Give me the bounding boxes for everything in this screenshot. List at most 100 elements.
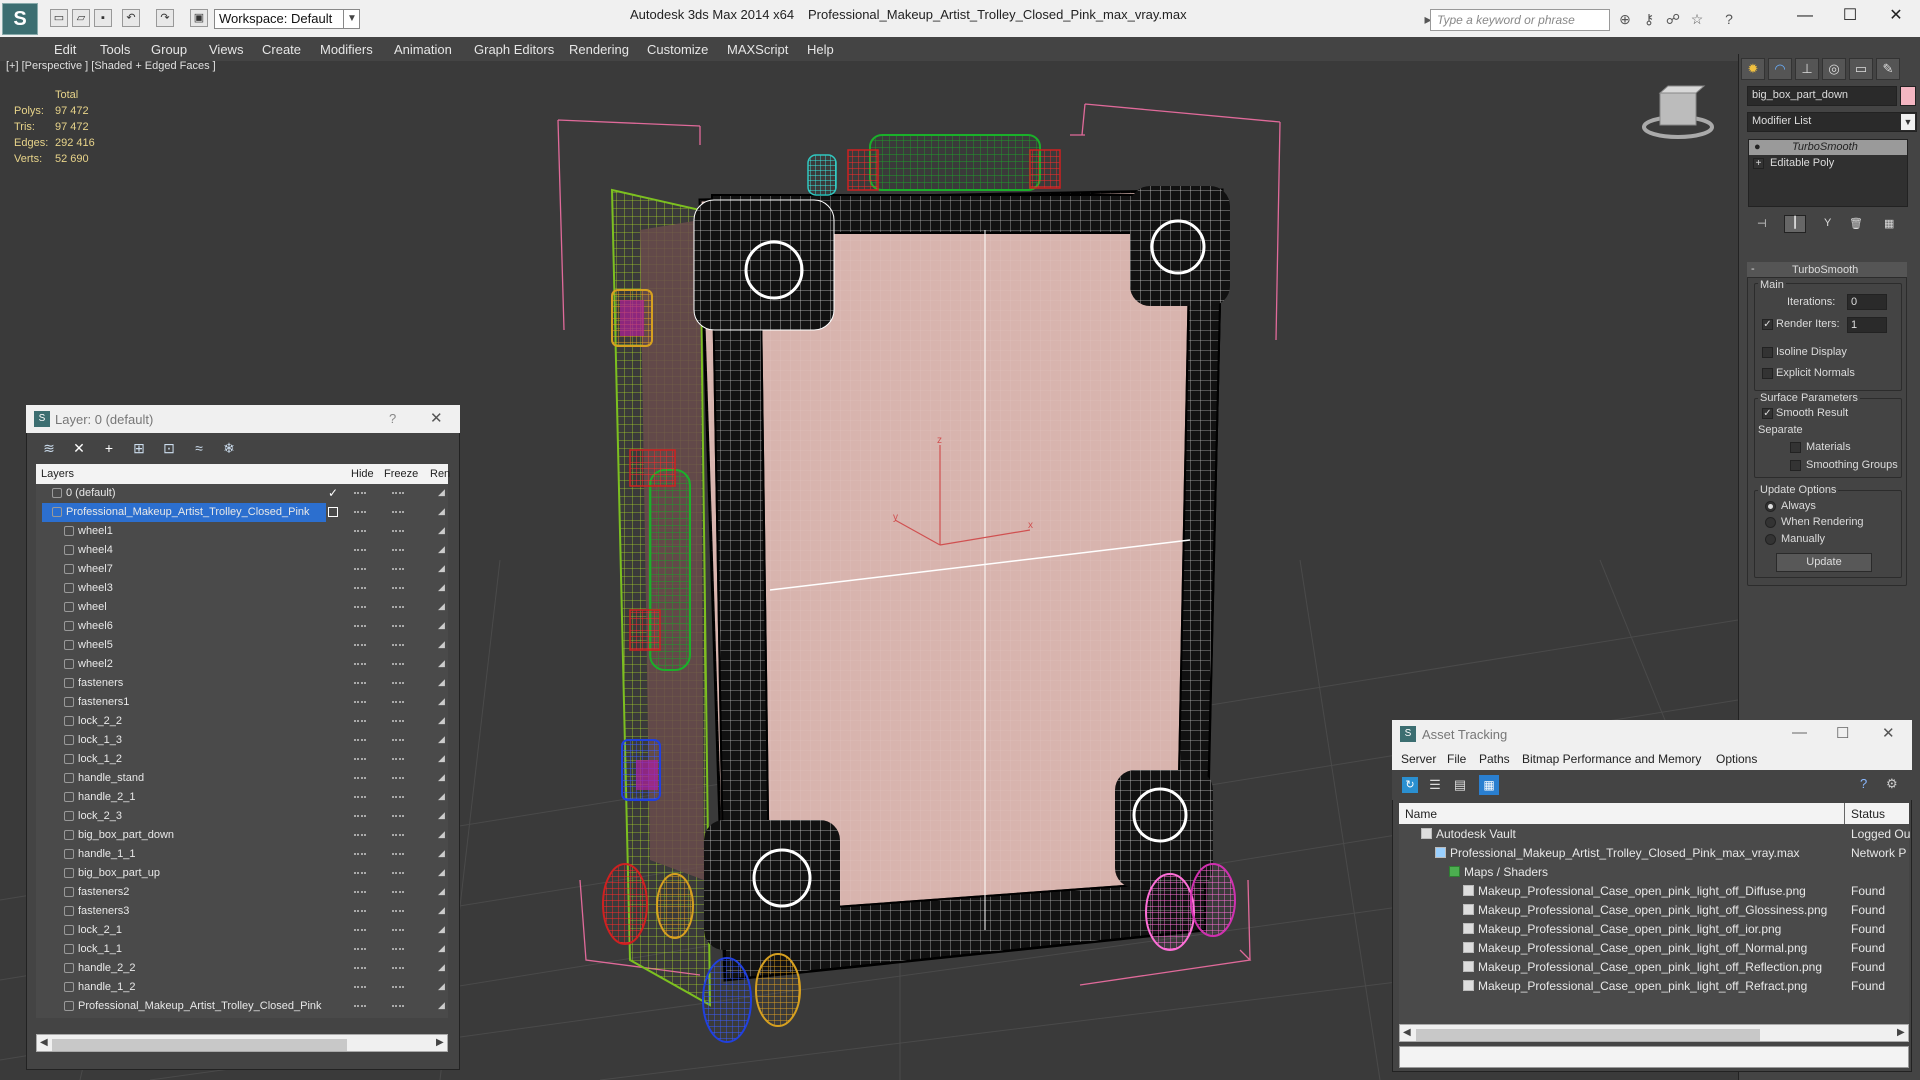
layer-row[interactable]: wheel ◢ — [36, 598, 448, 617]
render-toggle-icon[interactable]: ◢ — [438, 924, 445, 935]
menu-animation[interactable]: Animation — [394, 42, 452, 57]
object-name-field[interactable]: big_box_part_down — [1747, 86, 1897, 106]
render-toggle-icon[interactable]: ◢ — [438, 715, 445, 726]
scroll-thumb[interactable] — [1416, 1029, 1760, 1041]
menu-edit[interactable]: Edit — [54, 42, 76, 57]
help-icon[interactable]: ? — [1720, 10, 1738, 28]
freeze-toggle[interactable] — [392, 644, 404, 646]
scroll-left-icon[interactable]: ◀ — [1403, 1027, 1411, 1038]
hide-toggle[interactable] — [354, 834, 366, 836]
hide-toggle[interactable] — [354, 1005, 366, 1007]
column-name[interactable]: Name — [1405, 807, 1437, 821]
render-toggle-icon[interactable]: ◢ — [438, 696, 445, 707]
hide-toggle[interactable] — [354, 910, 366, 912]
make-unique-icon[interactable]: Y — [1824, 217, 1831, 229]
menu-modifiers[interactable]: Modifiers — [320, 42, 373, 57]
scroll-left-icon[interactable]: ◀ — [40, 1037, 48, 1048]
menu-views[interactable]: Views — [209, 42, 243, 57]
layer-row[interactable]: wheel2 ◢ — [36, 655, 448, 674]
scroll-right-icon[interactable]: ▶ — [1897, 1027, 1905, 1038]
hide-toggle[interactable] — [354, 948, 366, 950]
freeze-toggle[interactable] — [392, 606, 404, 608]
layer-row[interactable]: wheel7 ◢ — [36, 560, 448, 579]
chevron-down-icon[interactable]: ▼ — [343, 9, 360, 29]
table-view-icon[interactable]: ▦ — [1479, 775, 1499, 795]
render-toggle-icon[interactable]: ◢ — [438, 544, 445, 555]
maximize-button[interactable]: ☐ — [1836, 724, 1849, 742]
render-toggle-icon[interactable]: ◢ — [438, 867, 445, 878]
freeze-toggle[interactable] — [392, 758, 404, 760]
viewcube[interactable] — [1642, 85, 1714, 139]
hide-toggle[interactable] — [354, 644, 366, 646]
asset-menu-bitmap-performance[interactable]: Bitmap Performance and Memory — [1522, 752, 1701, 766]
modifier-list-dropdown[interactable]: Modifier List — [1747, 112, 1917, 132]
freeze-toggle[interactable] — [392, 568, 404, 570]
active-layer-check-icon[interactable]: ✓ — [328, 486, 338, 500]
freeze-toggle[interactable] — [392, 967, 404, 969]
render-toggle-icon[interactable]: ◢ — [438, 620, 445, 631]
freeze-toggle[interactable] — [392, 682, 404, 684]
hide-toggle[interactable] — [354, 511, 366, 513]
freeze-toggle[interactable] — [392, 777, 404, 779]
maximize-button[interactable]: ☐ — [1830, 4, 1870, 30]
motion-tab-icon[interactable]: ◎ — [1822, 58, 1846, 80]
stack-item-editable-poly[interactable]: Editable Poly — [1770, 157, 1834, 169]
isoline-display-checkbox[interactable] — [1762, 347, 1773, 358]
hide-toggle[interactable] — [354, 853, 366, 855]
open-file-icon[interactable]: ▱ — [72, 9, 90, 27]
hide-toggle[interactable] — [354, 606, 366, 608]
freeze-toggle[interactable] — [392, 1005, 404, 1007]
asset-menu-file[interactable]: File — [1447, 752, 1466, 766]
pin-stack-icon[interactable]: ⊣ — [1757, 217, 1767, 230]
menu-help[interactable]: Help — [807, 42, 834, 57]
column-freeze[interactable]: Freeze — [384, 468, 418, 480]
layer-row[interactable]: 0 (default) ✓ ◢ — [36, 484, 448, 503]
viewport-label[interactable]: [+] [Perspective ] [Shaded + Edged Faces… — [6, 60, 216, 72]
hide-toggle[interactable] — [354, 625, 366, 627]
render-toggle-icon[interactable]: ◢ — [438, 962, 445, 973]
layer-row[interactable]: lock_2_1 ◢ — [36, 921, 448, 940]
iterations-spinner[interactable]: 0 — [1847, 294, 1887, 310]
menu-graph-editors[interactable]: Graph Editors — [474, 42, 554, 57]
hide-toggle[interactable] — [354, 568, 366, 570]
freeze-toggle[interactable] — [392, 701, 404, 703]
freeze-toggle[interactable] — [392, 739, 404, 741]
freeze-toggle[interactable] — [392, 910, 404, 912]
render-toggle-icon[interactable]: ◢ — [438, 601, 445, 612]
hide-toggle[interactable] — [354, 967, 366, 969]
workspace-dropdown[interactable]: Workspace: Default — [214, 9, 360, 29]
remove-modifier-icon[interactable]: 🗑 — [1849, 217, 1863, 230]
key-icon[interactable]: ⚷ — [1640, 10, 1658, 28]
hide-all-icon[interactable]: ≈ — [188, 437, 210, 459]
layer-settings-icon[interactable]: ≋ — [38, 437, 60, 459]
delete-layer-icon[interactable]: ✕ — [68, 437, 90, 459]
freeze-toggle[interactable] — [392, 929, 404, 931]
when-rendering-radio[interactable] — [1765, 517, 1776, 528]
render-toggle-icon[interactable]: ◢ — [438, 810, 445, 821]
layer-row[interactable]: lock_1_2 ◢ — [36, 750, 448, 769]
scroll-thumb[interactable] — [52, 1039, 347, 1051]
layer-row[interactable]: Professional_Makeup_Artist_Trolley_Close… — [36, 997, 448, 1016]
render-iters-spinner[interactable]: 1 — [1847, 317, 1887, 333]
menu-maxscript[interactable]: MAXScript — [727, 42, 788, 57]
asset-row[interactable]: Makeup_Professional_Case_open_pink_light… — [1399, 919, 1909, 938]
new-file-icon[interactable]: ▭ — [50, 9, 68, 27]
layer-row[interactable]: Professional_Makeup_Artist_Trolley_Close… — [36, 503, 448, 522]
asset-row[interactable]: Makeup_Professional_Case_open_pink_light… — [1399, 900, 1909, 919]
chevron-down-icon[interactable]: ▼ — [1901, 114, 1915, 130]
display-tab-icon[interactable]: ▭ — [1849, 58, 1873, 80]
render-toggle-icon[interactable]: ◢ — [438, 753, 445, 764]
layer-row[interactable]: fasteners1 ◢ — [36, 693, 448, 712]
layer-row[interactable]: handle_1_2 ◢ — [36, 978, 448, 997]
asset-row[interactable]: Autodesk Vault Logged Ou — [1399, 824, 1910, 843]
hide-toggle[interactable] — [354, 796, 366, 798]
hide-toggle[interactable] — [354, 872, 366, 874]
hide-toggle[interactable] — [354, 929, 366, 931]
modify-tab-icon[interactable]: ◠ — [1768, 58, 1792, 80]
detail-view-icon[interactable]: ▤ — [1452, 777, 1468, 793]
menu-group[interactable]: Group — [151, 42, 187, 57]
freeze-toggle[interactable] — [392, 549, 404, 551]
freeze-toggle[interactable] — [392, 891, 404, 893]
menu-create[interactable]: Create — [262, 42, 301, 57]
scroll-right-icon[interactable]: ▶ — [436, 1037, 444, 1048]
